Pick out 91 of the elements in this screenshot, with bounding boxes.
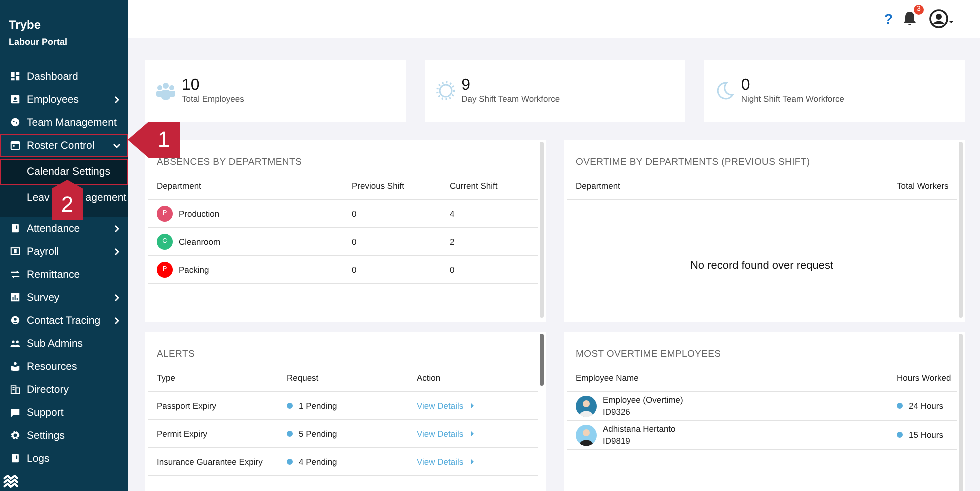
sidebar-item[interactable]: Payroll bbox=[0, 240, 128, 263]
submenu-item[interactable]: Leav bbox=[27, 192, 50, 204]
panel-title: ABSENCES BY DEPARTMENTS bbox=[156, 156, 304, 170]
column-header: Department bbox=[157, 181, 202, 191]
scrollbar bbox=[540, 334, 544, 386]
person-card-icon bbox=[10, 94, 21, 105]
employee-id: ID9326 bbox=[603, 406, 632, 418]
column-header: Current Shift bbox=[450, 181, 499, 191]
sidebar-item[interactable]: Employees bbox=[0, 88, 128, 111]
table-cell: 4 Pending bbox=[299, 456, 338, 466]
brand-subtitle: Labour Portal bbox=[8, 36, 69, 49]
sidebar-item[interactable]: Survey bbox=[0, 286, 128, 309]
table-cell: 24 Hours bbox=[909, 401, 944, 411]
status-dot bbox=[287, 458, 293, 464]
book-icon bbox=[10, 223, 21, 234]
stat-label: Night Shift Team Workforce bbox=[741, 94, 844, 104]
table-cell: Production bbox=[179, 208, 220, 218]
person-icon bbox=[10, 315, 21, 326]
sidebar-item[interactable]: Resources bbox=[0, 355, 128, 378]
settings-icon bbox=[10, 430, 21, 441]
status-dot bbox=[287, 430, 293, 436]
sidebar-item[interactable]: Logs bbox=[0, 447, 128, 470]
table-cell-text: 0 bbox=[352, 264, 358, 274]
logo-icon bbox=[3, 475, 19, 489]
panel-title: OVERTIME BY DEPARTMENTS (PREVIOUS SHIFT) bbox=[575, 156, 812, 170]
account-icon[interactable] bbox=[929, 9, 955, 29]
status-dot bbox=[897, 403, 903, 409]
sidebar-item[interactable]: Roster Control bbox=[0, 134, 128, 157]
sidebar-item[interactable]: Dashboard bbox=[0, 65, 128, 88]
column-header: Hours Worked bbox=[897, 373, 952, 383]
dashboard-icon bbox=[10, 71, 21, 82]
column-header: Employee Name bbox=[576, 373, 640, 383]
status-dot bbox=[897, 432, 903, 438]
panel-title: ALERTS bbox=[156, 348, 196, 362]
column-header: Total Workers bbox=[897, 181, 950, 191]
chat-icon bbox=[10, 407, 21, 418]
moon-icon bbox=[715, 81, 736, 101]
table-cell-text: 2 bbox=[450, 236, 456, 246]
avatar bbox=[576, 424, 597, 446]
sidebar-item[interactable]: Support bbox=[0, 401, 128, 424]
calendar-icon bbox=[10, 140, 21, 151]
sidebar-item[interactable]: Settings bbox=[0, 424, 128, 447]
table-cell-text: Passport Expiry bbox=[157, 400, 218, 410]
brand-name: Trybe bbox=[8, 17, 42, 32]
sun-icon bbox=[436, 81, 456, 101]
people-icon bbox=[10, 338, 21, 349]
table-cell-text: Permit Expiry bbox=[157, 428, 209, 438]
column-header: Type bbox=[157, 373, 176, 383]
sidebar-item[interactable]: Sub Admins bbox=[0, 332, 128, 355]
status-dot bbox=[287, 402, 293, 408]
column-header: Previous Shift bbox=[352, 181, 406, 191]
sidebar-item[interactable]: Team Management bbox=[0, 111, 128, 134]
employee-name: Employee (Overtime) bbox=[603, 394, 684, 406]
column-header: Request bbox=[287, 373, 320, 383]
people-icon bbox=[156, 81, 176, 101]
employee-id: ID9819 bbox=[603, 435, 632, 447]
help-icon[interactable]: ? bbox=[884, 11, 893, 27]
book-icon bbox=[10, 453, 21, 464]
submenu-item[interactable]: agement bbox=[86, 192, 127, 204]
face-icon bbox=[10, 117, 21, 128]
sidebar-item[interactable]: Contact Tracing bbox=[0, 309, 128, 332]
stat-label: Total Employees bbox=[182, 94, 244, 104]
table-cell-text: 0 bbox=[352, 236, 358, 246]
submenu-item[interactable]: Calendar Settings bbox=[0, 159, 128, 185]
employee-name: Adhistana Hertanto bbox=[603, 423, 676, 435]
stat-value: 0 bbox=[741, 78, 752, 94]
table-cell-text: Insurance Guarantee Expiry bbox=[157, 456, 264, 466]
stat-value: 9 bbox=[462, 78, 472, 94]
building-icon bbox=[10, 384, 21, 395]
table-cell-text: 0 bbox=[352, 208, 358, 218]
reader-icon bbox=[10, 361, 21, 372]
table-cell: 5 Pending bbox=[299, 428, 338, 438]
bar-chart-icon bbox=[10, 292, 21, 303]
table-cell: 1 Pending bbox=[299, 400, 338, 410]
table-cell: Packing bbox=[179, 264, 210, 274]
table-cell-text: 0 bbox=[450, 264, 456, 274]
stat-label: Day Shift Team Workforce bbox=[462, 94, 560, 104]
sidebar-item[interactable]: Remittance bbox=[0, 263, 128, 286]
table-cell: Cleanroom bbox=[179, 236, 221, 246]
panel-title: MOST OVERTIME EMPLOYEES bbox=[575, 348, 722, 362]
empty-message: No record found over request bbox=[689, 260, 835, 272]
sidebar-item[interactable]: Attendance bbox=[0, 217, 128, 240]
bell-icon[interactable] bbox=[903, 11, 917, 26]
avatar bbox=[576, 396, 597, 416]
sidebar-item[interactable]: Directory bbox=[0, 378, 128, 401]
column-header: Department bbox=[576, 181, 622, 191]
table-cell: 15 Hours bbox=[909, 430, 944, 440]
table-cell-text: 4 bbox=[450, 208, 456, 218]
arrows-icon bbox=[10, 269, 21, 280]
stat-value: 10 bbox=[182, 78, 201, 94]
column-header: Action bbox=[417, 373, 442, 383]
